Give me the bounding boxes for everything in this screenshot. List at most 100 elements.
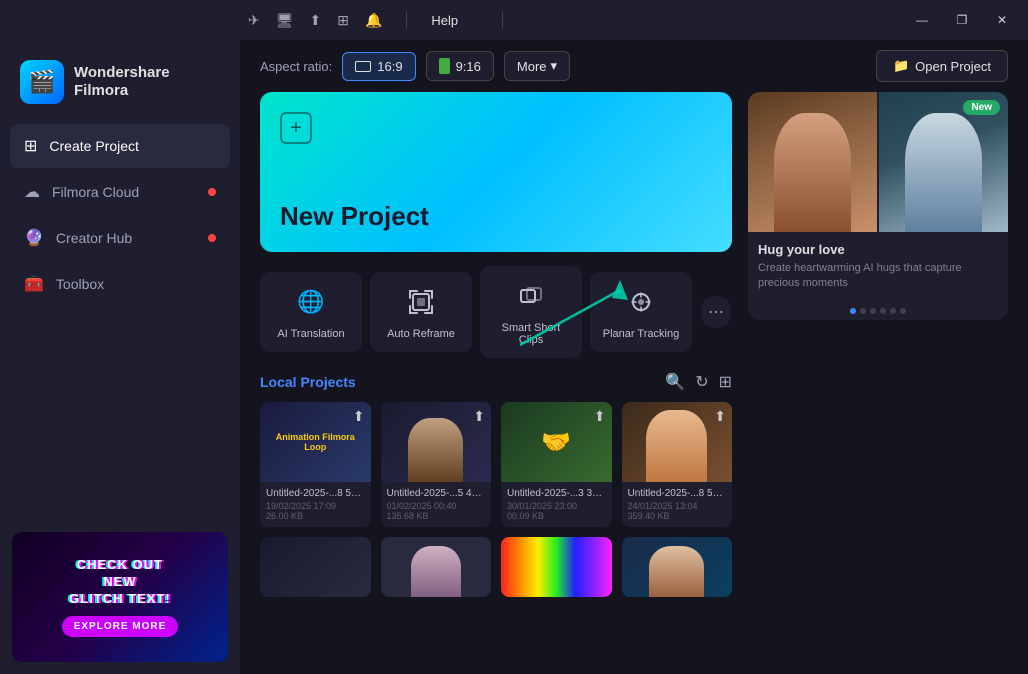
left-panel: + New Project 🌐 AI Translation — [260, 92, 732, 674]
planar-tracking-label: Planar Tracking — [603, 328, 679, 340]
sidebar-item-creator-hub[interactable]: 🔮 Creator Hub — [10, 216, 230, 260]
main-content: Aspect ratio: 16:9 9:16 More ▾ 📁 Open Pr… — [240, 40, 1028, 674]
pagination-dot-2[interactable] — [860, 308, 866, 314]
project-name: Untitled-2025-...8 51(copy).wfp — [266, 488, 365, 499]
sidebar-nav: ⊞ Create Project ☁ Filmora Cloud 🔮 Creat… — [0, 124, 240, 306]
person-image-warm — [748, 92, 877, 232]
project-info: Untitled-2025-...5 48(copy).wfp 01/02/20… — [381, 482, 492, 527]
pagination-dot-1[interactable] — [850, 308, 856, 314]
project-name: Untitled-2025-...8 57(copy).wfp — [628, 488, 727, 499]
table-row[interactable]: Animation Filmora Loop ⬆ Untitled-2025-.… — [260, 402, 371, 527]
close-button[interactable]: ✕ — [984, 6, 1020, 34]
table-row[interactable]: ⬆ Untitled-2025-...5 48(copy).wfp 01/02/… — [381, 402, 492, 527]
pagination-dot-6[interactable] — [900, 308, 906, 314]
featured-image-1 — [748, 92, 877, 232]
tool-smart-short-clips[interactable]: Smart Short Clips — [480, 266, 582, 358]
tool-planar-tracking[interactable]: Planar Tracking — [590, 272, 692, 352]
project-thumbnail: Animation Filmora Loop ⬆ — [260, 402, 371, 482]
sidebar-item-toolbox[interactable]: 🧰 Toolbox — [10, 262, 230, 306]
project-info: Untitled-2025-...8 51(copy).wfp 19/02/20… — [260, 482, 371, 527]
smart-short-clips-label: Smart Short Clips — [488, 322, 574, 346]
featured-desc: Create heartwarming AI hugs that capture… — [758, 261, 998, 292]
featured-info: Hug your love Create heartwarming AI hug… — [748, 232, 1008, 302]
local-projects-title: Local Projects — [260, 374, 356, 390]
search-icon[interactable]: 🔍 — [665, 372, 685, 392]
upload-icon: ⬆ — [594, 408, 606, 425]
table-row[interactable]: 🤝 ⬆ Untitled-2025-...3 37(copy).wfp 30/0… — [501, 402, 612, 527]
sidebar-item-filmora-cloud[interactable]: ☁ Filmora Cloud — [10, 170, 230, 214]
tool-auto-reframe[interactable]: Auto Reframe — [370, 272, 472, 352]
table-row[interactable] — [260, 537, 371, 597]
titlebar-tool-icons: ✈ 🖥 ⬆ ⊞ 🔔 Help — [248, 12, 511, 29]
pagination-dot-4[interactable] — [880, 308, 886, 314]
new-project-card[interactable]: + New Project — [260, 92, 732, 252]
grid-view-icon[interactable]: ⊞ — [719, 372, 732, 392]
hub-notification-dot — [208, 234, 216, 242]
section-actions: 🔍 ↻ ⊞ — [665, 372, 732, 392]
monitor-icon[interactable]: 🖥 — [276, 12, 294, 29]
project-name: Untitled-2025-...3 37(copy).wfp — [507, 488, 606, 499]
ai-translation-icon: 🌐 — [293, 284, 329, 320]
pagination-dot-5[interactable] — [890, 308, 896, 314]
minimize-button[interactable]: — — [904, 6, 940, 34]
cloud-notification-dot — [208, 188, 216, 196]
project-thumbnail: ⬆ — [622, 402, 733, 482]
new-project-plus-icon: + — [280, 112, 312, 144]
banner-explore-button[interactable]: EXPLORE MORE — [62, 616, 179, 637]
pagination-dot-3[interactable] — [870, 308, 876, 314]
local-projects-section: Local Projects 🔍 ↻ ⊞ Animation — [260, 372, 732, 674]
upload-icon: ⬆ — [473, 408, 485, 425]
ratio-9-16-button[interactable]: 9:16 — [426, 51, 494, 81]
banner-content: CHECK OUT NEW GLITCH TEXT! EXPLORE MORE — [12, 532, 228, 662]
landscape-icon — [355, 61, 371, 72]
titlebar: ✈ 🖥 ⬆ ⊞ 🔔 Help — ❐ ✕ — [0, 0, 1028, 40]
featured-image-2: New — [879, 92, 1008, 232]
banner-text: CHECK OUT NEW GLITCH TEXT! — [69, 557, 171, 608]
featured-card: New Hug your love Create heartwarming AI… — [748, 92, 1008, 320]
project-meta: 30/01/2025 23:00 00.09 KB — [507, 501, 606, 521]
content-area: + New Project 🌐 AI Translation — [240, 92, 1028, 674]
toolbar: Aspect ratio: 16:9 9:16 More ▾ 📁 Open Pr… — [240, 40, 1028, 92]
refresh-icon[interactable]: ↻ — [695, 372, 708, 392]
table-row[interactable] — [622, 537, 733, 597]
project-thumbnail: 🤝 ⬆ — [501, 402, 612, 482]
portrait-icon — [439, 58, 450, 74]
upload-icon: ⬆ — [353, 408, 365, 425]
maximize-button[interactable]: ❐ — [944, 6, 980, 34]
send-icon[interactable]: ✈ — [248, 12, 260, 29]
person-silhouette-1 — [774, 113, 851, 232]
table-row[interactable]: ⬆ Untitled-2025-...8 57(copy).wfp 24/01/… — [622, 402, 733, 527]
chevron-down-icon: ▾ — [551, 58, 558, 74]
logo-icon: 🎬 — [20, 60, 64, 104]
creator-hub-icon: 🔮 — [24, 228, 44, 248]
table-row[interactable] — [501, 537, 612, 597]
titlebar-separator — [406, 12, 407, 28]
featured-images: New — [748, 92, 1008, 232]
new-badge: New — [963, 100, 1000, 115]
more-tools-button[interactable]: ⋯ — [700, 296, 732, 328]
auto-reframe-icon — [403, 284, 439, 320]
open-project-button[interactable]: 📁 Open Project — [876, 50, 1008, 82]
grid-icon[interactable]: ⊞ — [337, 12, 349, 29]
sidebar-item-create-project[interactable]: ⊞ Create Project — [10, 124, 230, 168]
table-row[interactable] — [381, 537, 492, 597]
project-name: Untitled-2025-...5 48(copy).wfp — [387, 488, 486, 499]
sidebar: 🎬 Wondershare Filmora ⊞ Create Project ☁… — [0, 40, 240, 674]
create-project-icon: ⊞ — [24, 136, 37, 156]
tool-ai-translation[interactable]: 🌐 AI Translation — [260, 272, 362, 352]
more-ratios-button[interactable]: More ▾ — [504, 51, 570, 81]
project-meta: 01/02/2025 00:40 135.68 KB — [387, 501, 486, 521]
projects-row2 — [260, 537, 732, 597]
bell-icon[interactable]: 🔔 — [365, 12, 382, 29]
app-subtitle: Filmora — [74, 82, 170, 100]
ratio-16-9-button[interactable]: 16:9 — [342, 52, 415, 81]
featured-pagination — [748, 302, 1008, 320]
auto-reframe-label: Auto Reframe — [387, 328, 455, 340]
ai-translation-label: AI Translation — [277, 328, 344, 340]
upload-icon[interactable]: ⬆ — [310, 12, 322, 29]
promo-banner[interactable]: CHECK OUT NEW GLITCH TEXT! EXPLORE MORE — [12, 532, 228, 662]
help-link[interactable]: Help — [431, 13, 458, 28]
quick-tools: 🌐 AI Translation — [260, 266, 732, 358]
open-project-label: Open Project — [915, 59, 991, 74]
upload-icon: ⬆ — [714, 408, 726, 425]
